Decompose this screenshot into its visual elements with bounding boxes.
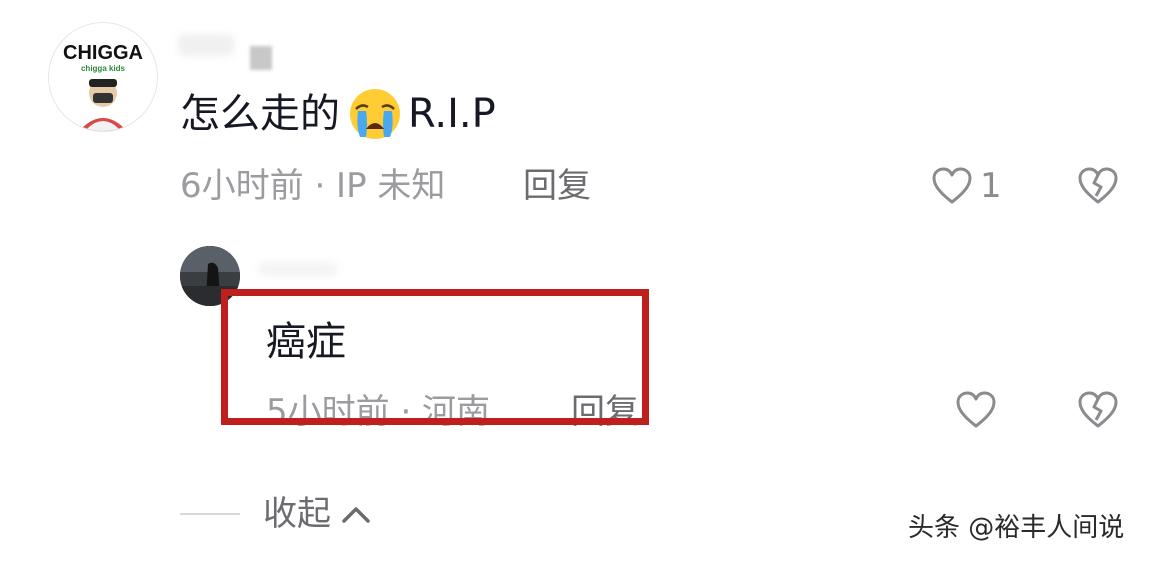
watermark: 头条 @裕丰人间说 xyxy=(908,513,1125,543)
reply-reply-button[interactable]: 回复 xyxy=(571,390,639,434)
reply-like-button[interactable] xyxy=(955,390,997,430)
comment-text: 怎么走的 R.I.P xyxy=(180,86,496,142)
replier-avatar[interactable] xyxy=(180,246,240,306)
broken-heart-icon xyxy=(1078,167,1118,204)
avatar-logo-text: CHIGGA xyxy=(63,42,143,64)
collapse-divider xyxy=(180,513,240,515)
commenter-avatar[interactable]: CHIGGA chigga kids xyxy=(48,22,158,132)
loudly-crying-face-icon xyxy=(346,87,404,141)
replier-name-redacted xyxy=(258,262,338,276)
commenter-name-redacted xyxy=(178,24,278,72)
chevron-up-icon xyxy=(341,504,371,524)
reply-button[interactable]: 回复 xyxy=(523,164,591,208)
comment-text-body: 怎么走的 xyxy=(180,91,340,137)
dislike-button[interactable] xyxy=(1077,166,1119,206)
reply-text: 癌症 xyxy=(266,319,346,365)
avatar-logo-subtext: chigga kids xyxy=(81,64,126,73)
reply-dislike-button[interactable] xyxy=(1077,390,1119,430)
reply-time-location: 5小时前 · 河南 xyxy=(266,392,491,432)
collapse-label: 收起 xyxy=(263,494,331,534)
broken-heart-icon xyxy=(1078,391,1118,428)
collapse-replies-button[interactable]: 收起 xyxy=(263,490,371,538)
heart-icon xyxy=(956,391,996,428)
like-button[interactable] xyxy=(931,166,973,206)
heart-icon xyxy=(932,167,972,204)
comment-time-location: 6小时前 · IP 未知 xyxy=(180,166,446,206)
comment-text-suffix: R.I.P xyxy=(408,91,496,137)
like-count: 1 xyxy=(980,166,1002,206)
